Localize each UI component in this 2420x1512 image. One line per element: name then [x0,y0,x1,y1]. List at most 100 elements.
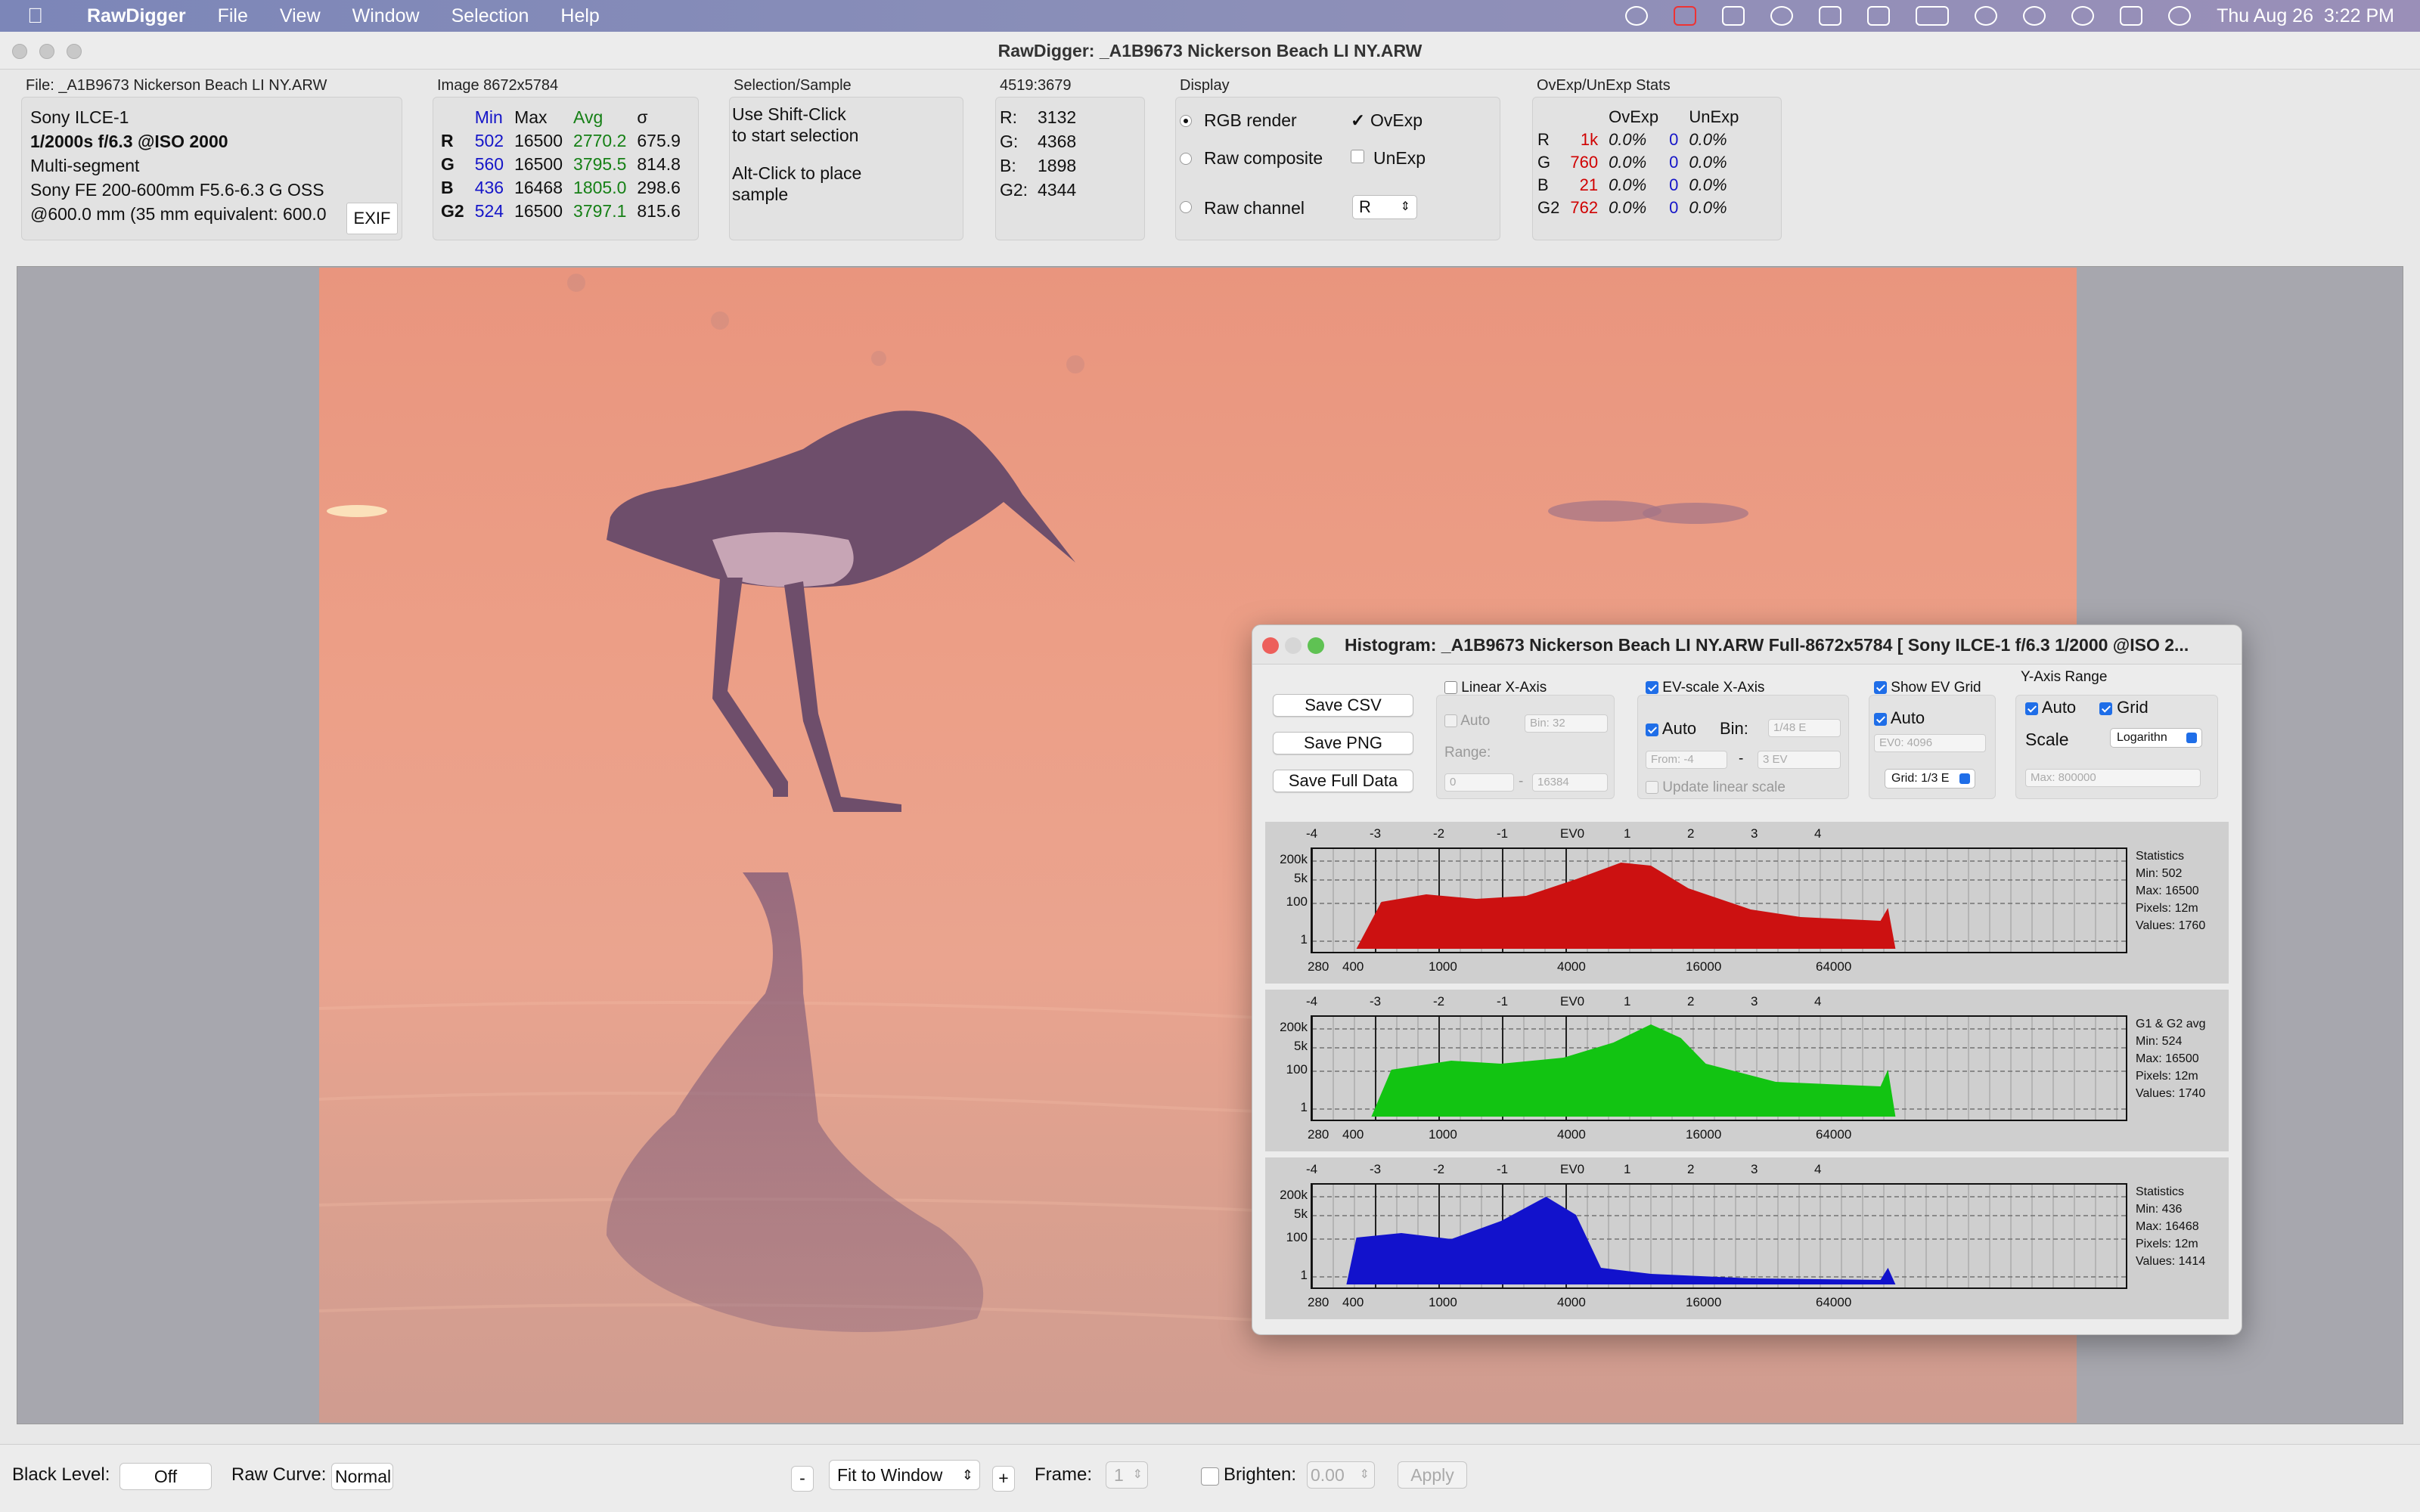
linear-auto-checkbox[interactable] [1444,714,1457,728]
wifi-icon[interactable] [1975,6,1998,26]
menu-app-name[interactable]: RawDigger [87,5,186,27]
unexp-checkbox[interactable] [1351,150,1364,163]
ev0-field[interactable]: EV0: 4096 [1874,734,1986,752]
histogram-stats-blue: Statistics Min: 436 Max: 16468 Pixels: 1… [2136,1183,2205,1270]
histogram-plot-green[interactable] [1311,1015,2127,1121]
y-tick-label: 100 [1286,894,1308,909]
scale-select[interactable]: Logarithn [2110,728,2202,748]
linear-xaxis-checkbox[interactable] [1444,681,1457,695]
zoom-in-button[interactable]: + [992,1466,1015,1492]
camera-model: Sony ILCE-1 [30,107,129,127]
update-linear-checkbox[interactable] [1646,781,1658,795]
ev-grid-step-value: Grid: 1/3 E [1891,772,1950,785]
raw-channel-select[interactable]: R ⇕ [1352,195,1417,219]
raw-curve-field[interactable]: Normal [331,1463,393,1490]
display-icon[interactable] [1867,6,1891,26]
cell-un-pct: 0.0% [1689,175,1727,194]
sync-icon[interactable] [1770,6,1794,26]
update-linear-toggle[interactable]: Update linear scale [1646,779,1786,796]
battery-icon[interactable] [1916,6,1950,26]
control-center-icon[interactable] [2120,6,2143,26]
unexp-label[interactable]: UnExp [1373,148,1426,169]
save-csv-button[interactable]: Save CSV [1273,694,1413,717]
bottom-toolbar: Black Level: Off Raw Curve: Normal - Fit… [0,1444,2420,1512]
apply-button[interactable]: Apply [1398,1461,1467,1489]
brighten-field[interactable]: 0.00 ⇕ [1307,1461,1375,1489]
menu-window[interactable]: Window [352,5,420,27]
show-ev-grid-checkbox[interactable] [1874,681,1887,695]
ev-grid-step-select[interactable]: Grid: 1/3 E [1885,769,1975,789]
linear-bin-field[interactable]: Bin: 32 [1525,714,1608,733]
ovexp-label[interactable]: OvExp [1370,110,1423,131]
y-tick-label: 100 [1286,1062,1308,1077]
clock[interactable]: Thu Aug 26 3:22 PM [2217,5,2394,27]
menu-selection[interactable]: Selection [451,5,529,27]
zoom-window-button[interactable] [67,44,82,59]
ev-xaxis-checkbox[interactable] [1646,681,1658,695]
stats-max: Max: 16468 [2136,1220,2199,1233]
yaxis-grid-checkbox[interactable] [2099,702,2112,715]
yaxis-max-field[interactable]: Max: 800000 [2025,769,2201,787]
ev-bin-field[interactable]: 1/48 E [1768,719,1841,737]
close-histogram-button[interactable] [1262,637,1279,654]
ev-from-field[interactable]: From: -4 [1646,751,1727,769]
radio-rgb-render[interactable] [1180,115,1192,127]
linear-range-from[interactable]: 0 [1444,773,1514,792]
channel-label: R [1537,130,1550,149]
yaxis-grid-label: Grid [2117,698,2149,717]
yaxis-auto-checkbox[interactable] [2025,702,2038,715]
zoom-select[interactable]: Fit to Window ⇕ [829,1460,980,1490]
ev-to-field[interactable]: 3 EV [1758,751,1841,769]
menu-view[interactable]: View [280,5,321,27]
minimize-histogram-button[interactable] [1285,637,1302,654]
black-level-field[interactable]: Off [119,1463,212,1490]
histogram-plot-red[interactable] [1311,847,2127,953]
radio-raw-channel[interactable] [1180,201,1192,213]
ev-grid-auto-toggle[interactable]: Auto [1874,708,1925,728]
ev-auto-toggle[interactable]: Auto [1646,719,1696,739]
zoom-histogram-button[interactable] [1308,637,1324,654]
raw-composite-label[interactable]: Raw composite [1204,148,1323,169]
mail-icon[interactable] [1819,6,1842,26]
ev-grid-auto-checkbox[interactable] [1874,712,1887,726]
coord-key: R: [1000,107,1017,127]
ev-tick-label: 3 [1751,994,1758,1009]
ovexp-checkmark-icon[interactable]: ✓ [1351,110,1365,131]
yaxis-grid-toggle[interactable]: Grid [2099,698,2149,717]
creative-cloud-icon[interactable] [1625,6,1649,26]
zoom-out-button[interactable]: - [791,1466,814,1492]
linear-xaxis-toggle[interactable]: Linear X-Axis [1444,680,1547,696]
x-tick-label: 400 [1342,1127,1364,1142]
ev-xaxis-toggle[interactable]: EV-scale X-Axis [1646,680,1764,696]
search-icon[interactable] [2071,6,2095,26]
exposure-info: 1/2000s f/6.3 @ISO 2000 [30,132,228,151]
histogram-plot-blue[interactable] [1311,1183,2127,1289]
zoom-select-value: Fit to Window [837,1465,943,1485]
recording-icon[interactable] [1674,6,1697,26]
apple-icon[interactable]:  [27,4,43,28]
menu-help[interactable]: Help [560,5,599,27]
exif-button[interactable]: EXIF [346,203,398,234]
show-ev-grid-toggle[interactable]: Show EV Grid [1874,680,1981,696]
brighten-checkbox[interactable] [1201,1467,1219,1486]
cell-min: 502 [474,131,504,150]
menu-file[interactable]: File [218,5,248,27]
ev-auto-checkbox[interactable] [1646,723,1658,736]
film-icon[interactable] [1722,6,1745,26]
metering-mode: Multi-segment [30,156,140,175]
close-window-button[interactable] [12,44,27,59]
linear-range-to[interactable]: 16384 [1532,773,1608,792]
save-png-button[interactable]: Save PNG [1273,732,1413,754]
siri-icon[interactable] [2168,6,2192,26]
yaxis-auto-toggle[interactable]: Auto [2025,698,2076,717]
linear-auto-toggle[interactable]: Auto [1444,713,1490,730]
ev-auto-label: Auto [1661,719,1697,738]
raw-channel-label[interactable]: Raw channel [1204,198,1305,218]
cell-ov-count: 1k [1580,130,1599,149]
rgb-render-label[interactable]: RGB render [1204,110,1297,131]
minimize-window-button[interactable] [39,44,54,59]
user-icon[interactable] [2023,6,2046,26]
frame-stepper[interactable]: 1 ⇕ [1106,1461,1148,1489]
save-full-data-button[interactable]: Save Full Data [1273,770,1413,792]
radio-raw-composite[interactable] [1180,153,1192,165]
